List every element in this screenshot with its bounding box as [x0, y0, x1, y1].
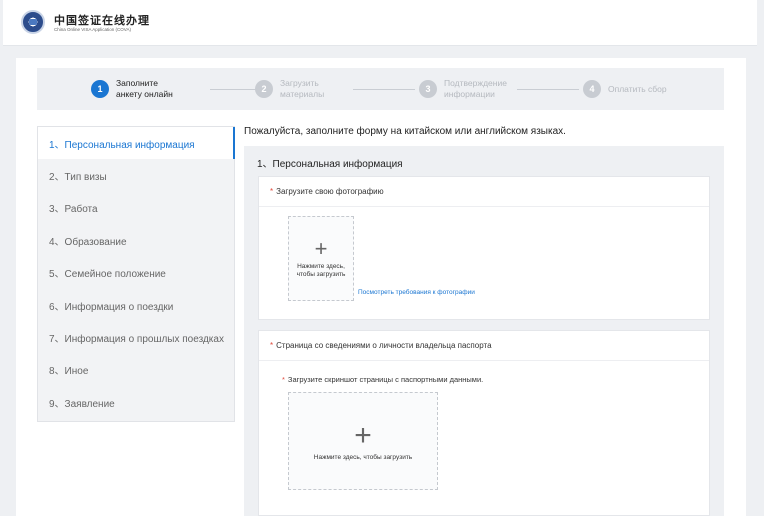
step-connector — [353, 89, 415, 90]
sidebar-item-trip-info[interactable]: 6、Информация о поездки — [38, 289, 234, 321]
form-content: 1、Персональная информация * Загрузите св… — [244, 146, 724, 516]
step-number: 2 — [255, 80, 273, 98]
step-4: 4 Оплатить сбор — [583, 68, 667, 110]
form-sections-sidebar: 1、Персональная информация 2、Тип визы 3、Р… — [37, 126, 235, 422]
upload-label: Нажмите здесь, чтобы загрузить — [313, 453, 413, 461]
passport-upload-card: * Страница со сведениями о личности влад… — [258, 330, 710, 516]
passport-note-text: Загрузите скриншот страницы с паспортным… — [287, 375, 484, 384]
photo-card-title: Загрузите свою фотографию — [276, 187, 384, 196]
sidebar-item-declaration[interactable]: 9、Заявление — [38, 386, 234, 418]
step-label: Заполните анкету онлайн — [116, 78, 173, 99]
site-header: 中国签证在线办理 China Online VISA Application (… — [3, 0, 757, 46]
plus-icon: + — [354, 418, 372, 452]
form-instructions: Пожалуйста, заполните форму на китайском… — [244, 126, 566, 137]
upload-label: Нажмите здесь, чтобы загрузить — [296, 263, 346, 278]
step-3: 3 Подтверждение информации — [419, 68, 507, 110]
sidebar-item-marital-status[interactable]: 5、Семейное положение — [38, 257, 234, 289]
required-mark: * — [282, 375, 285, 384]
site-logo-icon[interactable] — [21, 10, 45, 34]
sidebar-item-work[interactable]: 3、Работа — [38, 192, 234, 224]
sidebar-item-visa-type[interactable]: 2、Тип визы — [38, 159, 234, 191]
photo-upload-card: * Загрузите свою фотографию + Нажмите зд… — [258, 176, 710, 320]
sidebar-item-personal-info[interactable]: 1、Персональная информация — [38, 127, 235, 160]
passport-card-header: * Страница со сведениями о личности влад… — [259, 331, 709, 361]
passport-upload-button[interactable]: + Нажмите здесь, чтобы загрузить — [288, 392, 438, 490]
photo-upload-button[interactable]: + Нажмите здесь, чтобы загрузить — [288, 216, 354, 301]
sidebar-item-education[interactable]: 4、Образование — [38, 224, 234, 256]
passport-upload-note: * Загрузите скриншот страницы с паспортны… — [282, 375, 483, 384]
step-label: Подтверждение информации — [444, 78, 507, 99]
step-number: 1 — [91, 80, 109, 98]
photo-card-header: * Загрузите свою фотографию — [259, 177, 709, 207]
required-mark: * — [270, 187, 274, 196]
step-label: Оплатить сбор — [608, 83, 667, 94]
step-label: Загрузить материалы — [280, 78, 325, 99]
passport-card-title: Страница со сведениями о личности владел… — [276, 341, 492, 350]
step-number: 4 — [583, 80, 601, 98]
required-mark: * — [270, 341, 274, 350]
progress-steps: 1 Заполните анкету онлайн 2 Загрузить ма… — [37, 68, 724, 110]
section-title: 1、Персональная информация — [257, 159, 403, 170]
step-connector — [517, 89, 579, 90]
main-panel: 1 Заполните анкету онлайн 2 Загрузить ма… — [16, 58, 746, 516]
step-number: 3 — [419, 80, 437, 98]
step-1: 1 Заполните анкету онлайн — [91, 68, 173, 110]
site-title: 中国签证在线办理 — [54, 15, 150, 27]
sidebar-item-other[interactable]: 8、Иное — [38, 354, 234, 386]
site-subtitle: China Online VISA Application (COVA) — [54, 27, 131, 32]
sidebar-item-past-trips[interactable]: 7、Информация о прошлых поездках — [38, 321, 234, 353]
plus-icon: + — [314, 236, 328, 261]
photo-requirements-link[interactable]: Посмотреть требования к фотографии — [358, 289, 475, 296]
step-2: 2 Загрузить материалы — [255, 68, 324, 110]
